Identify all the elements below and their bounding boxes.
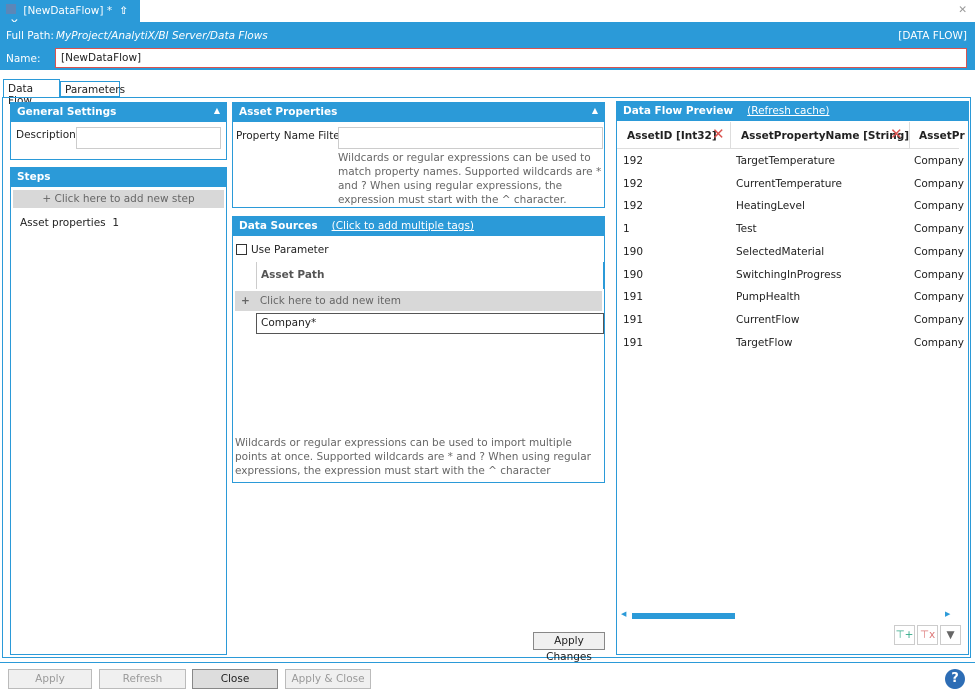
tab-parameters[interactable]: Parameters bbox=[60, 81, 125, 97]
column-header-assetpr[interactable]: AssetPr bbox=[919, 130, 965, 142]
table-cell: Company bbox=[914, 200, 964, 213]
collapse-icon[interactable]: ▲ bbox=[214, 106, 220, 115]
table-cell: Test bbox=[736, 223, 757, 236]
scroll-right-icon[interactable]: ▶ bbox=[945, 610, 950, 618]
apply-changes-button[interactable]: Apply Changes bbox=[533, 632, 605, 663]
asset-properties-title: Asset Properties bbox=[239, 106, 338, 118]
steps-title: Steps bbox=[17, 171, 51, 183]
add-multiple-tags-link[interactable]: (Click to add multiple tags) bbox=[332, 220, 474, 232]
name-label: Name: bbox=[6, 53, 41, 65]
table-cell: 192 bbox=[623, 177, 644, 190]
table-row[interactable]: 191 CurrentFlow Company bbox=[623, 314, 968, 336]
add-item-label: Click here to add new item bbox=[259, 295, 401, 307]
apply-close-button[interactable]: Apply & Close bbox=[285, 669, 371, 689]
data-sources-note: Wildcards or regular expressions can be … bbox=[235, 437, 591, 477]
full-path-label: Full Path: bbox=[6, 30, 54, 42]
table-cell: 190 bbox=[623, 245, 644, 258]
remove-column-icon[interactable]: ✕ bbox=[890, 125, 903, 143]
table-cell: 192 bbox=[623, 155, 644, 167]
filter-note: Wildcards or regular expressions can be … bbox=[338, 152, 602, 206]
asset-properties-panel: Asset Properties ▲ Property Name Filter: … bbox=[232, 102, 605, 208]
table-row[interactable]: 190 SwitchingInProgress Company bbox=[623, 269, 968, 291]
add-step-label: Click here to add new step bbox=[54, 193, 195, 205]
add-column-button[interactable]: ⊤+ bbox=[894, 625, 915, 645]
preview-title: Data Flow Preview bbox=[623, 105, 734, 117]
table-cell: 192 bbox=[623, 200, 644, 213]
document-tab-title: [NewDataFlow] * bbox=[23, 5, 113, 17]
asset-path-header[interactable]: Asset Path bbox=[256, 262, 604, 289]
apply-button[interactable]: Apply bbox=[8, 669, 92, 689]
step-label: Asset properties bbox=[20, 217, 106, 229]
column-header-propertyname[interactable]: AssetPropertyName [String] bbox=[741, 130, 909, 142]
data-sources-panel: Data Sources (Click to add multiple tags)… bbox=[232, 216, 605, 483]
table-row[interactable]: 192 CurrentTemperature Company bbox=[623, 178, 968, 200]
preview-header-row: AssetID [Int32] ✕ AssetPropertyName [Str… bbox=[617, 122, 965, 149]
step-count: 1 bbox=[112, 217, 119, 229]
add-step-button[interactable]: + Click here to add new step bbox=[13, 190, 224, 208]
table-row[interactable]: 190 SelectedMaterial Company bbox=[623, 246, 968, 268]
table-cell: 191 bbox=[623, 336, 644, 349]
table-cell: SwitchingInProgress bbox=[736, 268, 842, 281]
table-row[interactable]: 191 TargetFlow Company bbox=[623, 337, 968, 359]
type-label: [DATA FLOW] bbox=[898, 30, 967, 42]
general-settings-panel: General Settings ▲ Description: bbox=[10, 102, 227, 160]
table-cell: PumpHealth bbox=[736, 291, 801, 304]
preview-panel: Data Flow Preview (Refresh cache) AssetID… bbox=[616, 101, 969, 655]
close-window-icon[interactable]: ✕ bbox=[958, 4, 967, 16]
table-cell: HeatingLevel bbox=[736, 200, 805, 213]
table-cell: CurrentFlow bbox=[736, 313, 800, 326]
use-parameter-label: Use Parameter bbox=[251, 244, 329, 256]
close-button[interactable]: Close bbox=[192, 669, 278, 689]
table-cell: 1 bbox=[623, 223, 630, 236]
remove-columns-button[interactable]: ⊤x bbox=[917, 625, 938, 645]
data-sources-title: Data Sources bbox=[239, 220, 318, 232]
collapse-icon[interactable]: ▲ bbox=[592, 106, 598, 115]
table-cell: Company bbox=[914, 336, 964, 349]
horizontal-scrollbar[interactable] bbox=[632, 613, 735, 619]
table-cell: Company bbox=[914, 155, 964, 167]
steps-panel: Steps + Click here to add new step Asset… bbox=[10, 167, 227, 655]
table-cell: TargetTemperature bbox=[736, 155, 835, 167]
name-input[interactable]: [NewDataFlow] bbox=[55, 48, 967, 68]
filter-label: Property Name Filter: bbox=[236, 130, 348, 142]
header-bar: Full Path: MyProject/AnalytiX/BI Server/… bbox=[0, 22, 975, 70]
table-cell: Company bbox=[914, 313, 964, 326]
full-path-value: MyProject/AnalytiX/BI Server/Data Flows bbox=[56, 30, 268, 42]
table-cell: CurrentTemperature bbox=[736, 177, 842, 190]
table-cell: Company bbox=[914, 245, 964, 258]
table-row[interactable]: 192 TargetTemperature Company bbox=[623, 155, 968, 177]
refresh-button[interactable]: Refresh bbox=[99, 669, 186, 689]
footer-divider bbox=[0, 662, 975, 663]
table-row[interactable]: 192 HeatingLevel Company bbox=[623, 200, 968, 222]
filter-icon[interactable]: ▼ bbox=[940, 625, 961, 645]
add-item-button[interactable]: + Click here to add new item bbox=[235, 291, 602, 311]
column-header-assetid[interactable]: AssetID [Int32] bbox=[627, 130, 717, 142]
refresh-cache-link[interactable]: (Refresh cache) bbox=[747, 105, 829, 117]
property-filter-input[interactable] bbox=[338, 127, 603, 149]
table-cell: Company bbox=[914, 268, 964, 281]
pin-icon[interactable]: ⇧ bbox=[119, 5, 128, 17]
document-tab[interactable]: [NewDataFlow] * ⇧ ✕ bbox=[0, 0, 140, 29]
asset-path-item[interactable]: Company* bbox=[256, 313, 604, 334]
description-input[interactable] bbox=[76, 127, 221, 149]
description-label: Description: bbox=[16, 129, 80, 141]
table-cell: 191 bbox=[623, 291, 644, 304]
table-cell: Company bbox=[914, 223, 964, 236]
use-parameter-checkbox[interactable]: Use Parameter bbox=[236, 244, 329, 256]
step-item[interactable]: Asset properties 1 bbox=[20, 217, 119, 229]
table-cell: 190 bbox=[623, 268, 644, 281]
table-row[interactable]: 191 PumpHealth Company bbox=[623, 291, 968, 313]
tab-data-flow[interactable]: Data Flow bbox=[3, 79, 60, 107]
scroll-left-icon[interactable]: ◀ bbox=[621, 610, 626, 618]
dataflow-icon bbox=[6, 4, 16, 14]
table-cell: TargetFlow bbox=[736, 336, 793, 349]
table-cell: Company bbox=[914, 291, 964, 304]
table-cell: SelectedMaterial bbox=[736, 245, 825, 258]
table-row[interactable]: 1 Test Company bbox=[623, 223, 968, 245]
general-settings-title: General Settings bbox=[17, 106, 117, 118]
table-cell: 191 bbox=[623, 313, 644, 326]
help-icon[interactable]: ? bbox=[945, 669, 965, 689]
table-cell: Company bbox=[914, 177, 964, 190]
remove-column-icon[interactable]: ✕ bbox=[712, 125, 725, 143]
